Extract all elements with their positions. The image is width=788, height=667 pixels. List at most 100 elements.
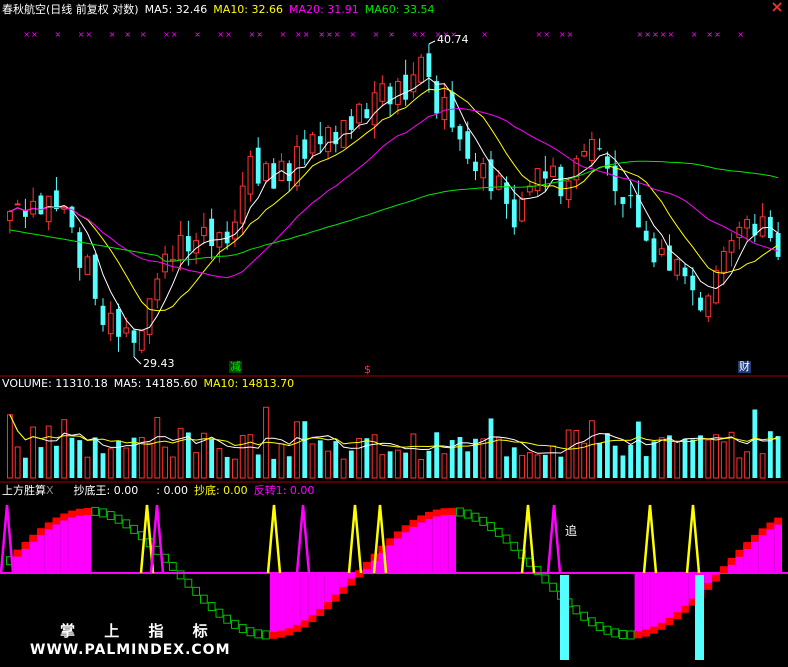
volume-bar — [542, 454, 548, 478]
oscillator-step — [293, 624, 301, 632]
volume-bar — [92, 437, 98, 478]
oscillator-step — [277, 630, 286, 638]
oscillator-step — [642, 629, 651, 637]
candle-body — [317, 136, 323, 145]
candle-body — [465, 131, 471, 159]
indicator-x-mark[interactable]: X — [46, 484, 54, 497]
oscillator-fill — [44, 525, 53, 573]
volume-bar — [348, 450, 354, 478]
signal-spike — [347, 504, 363, 574]
signal-x-marker: × — [140, 30, 147, 39]
oscillator-fill — [673, 573, 682, 616]
volume-bar — [465, 451, 471, 478]
volume-bar — [588, 420, 595, 479]
volume-bar — [565, 429, 572, 479]
candle-body — [744, 218, 750, 229]
cai-marker: 财 — [738, 360, 751, 373]
volume-bar — [294, 421, 300, 479]
volume-bar — [728, 431, 735, 479]
volume-bar — [744, 451, 750, 479]
ma60-line — [9, 160, 779, 262]
oscillator-step — [21, 541, 30, 549]
oscillator-fill — [308, 573, 317, 619]
volume-bar — [550, 445, 556, 479]
signal-x-marker: × — [78, 30, 85, 39]
candle-body — [54, 190, 59, 210]
candle-body — [542, 171, 548, 179]
oscillator-step — [269, 631, 278, 639]
volume-bar — [480, 438, 487, 479]
oscillator-step — [448, 508, 457, 516]
candle-body — [720, 250, 727, 273]
blank-label: : 0.00 — [156, 484, 188, 497]
candle-body — [628, 195, 634, 197]
oscillator-step — [750, 534, 759, 542]
signal-x-marker: × — [419, 30, 426, 39]
volume-bar — [736, 457, 743, 479]
oscillator-fill — [440, 511, 449, 573]
candle-body — [294, 146, 300, 187]
signal-x-marker: × — [225, 30, 232, 39]
oscillator-step — [68, 510, 76, 518]
volume-bar — [573, 429, 580, 479]
oscillator-fill — [277, 573, 286, 634]
volume-bar — [651, 441, 657, 478]
candle-body — [504, 182, 509, 204]
signal-x-marker: × — [326, 30, 333, 39]
zhui-marker: 追 — [565, 524, 578, 538]
volume-bar — [107, 448, 114, 479]
candle-body — [255, 147, 261, 184]
oscillator-step — [215, 608, 224, 618]
oscillator-fill — [774, 520, 782, 573]
oscillator-step — [409, 519, 418, 527]
volume-bar — [216, 448, 223, 479]
candle-body — [309, 134, 316, 154]
oscillator-step — [52, 517, 61, 525]
volume-bar — [441, 453, 448, 479]
signal-spike — [149, 504, 165, 574]
signal-x-marker: × — [295, 30, 302, 39]
close-icon[interactable] — [772, 2, 782, 12]
candle-body — [325, 127, 331, 153]
oscillator-fill — [743, 545, 751, 573]
candle-body — [185, 236, 191, 252]
oscillator-fill — [401, 528, 410, 573]
signal-spike — [520, 504, 536, 574]
signal-x-marker: × — [85, 30, 92, 39]
oscillator-fill — [386, 541, 394, 573]
candle-body — [534, 168, 541, 192]
oscillator-step — [130, 524, 138, 534]
stock-name: 春秋航空(日线 前复权 对数) — [2, 3, 139, 16]
oscillator-step — [207, 601, 216, 611]
oscillator-step — [735, 549, 744, 557]
oscillator-step — [262, 630, 270, 640]
volume-bar — [620, 455, 626, 478]
candle-body — [519, 198, 525, 222]
candle-body — [38, 195, 44, 215]
signal-x-marker: × — [373, 30, 380, 39]
candle-body — [364, 109, 370, 119]
volume-bar — [410, 433, 417, 479]
signal-x-marker: × — [303, 30, 310, 39]
oscillator-step — [75, 508, 84, 516]
volume-bar — [302, 421, 308, 478]
oscillator-fill — [750, 537, 759, 573]
candle-body — [138, 330, 145, 351]
oscillator-step — [611, 628, 620, 638]
volume-bar — [449, 440, 455, 478]
high-price-label: 40.74 — [437, 33, 469, 46]
volume-bar — [364, 438, 370, 478]
oscillator-step — [324, 602, 332, 610]
oscillator-step — [316, 608, 325, 616]
oscillator-step — [231, 619, 239, 629]
candle-body — [232, 221, 238, 240]
candle-body — [131, 330, 137, 343]
low-price-label: 29.43 — [143, 357, 175, 370]
volume-bar — [224, 456, 230, 478]
oscillator-step — [99, 508, 107, 518]
volume-bar — [193, 452, 200, 479]
signal-x-marker: × — [54, 30, 61, 39]
oscillator-fill — [665, 573, 674, 621]
signal-x-marker: × — [349, 30, 356, 39]
candle-body — [107, 312, 114, 335]
